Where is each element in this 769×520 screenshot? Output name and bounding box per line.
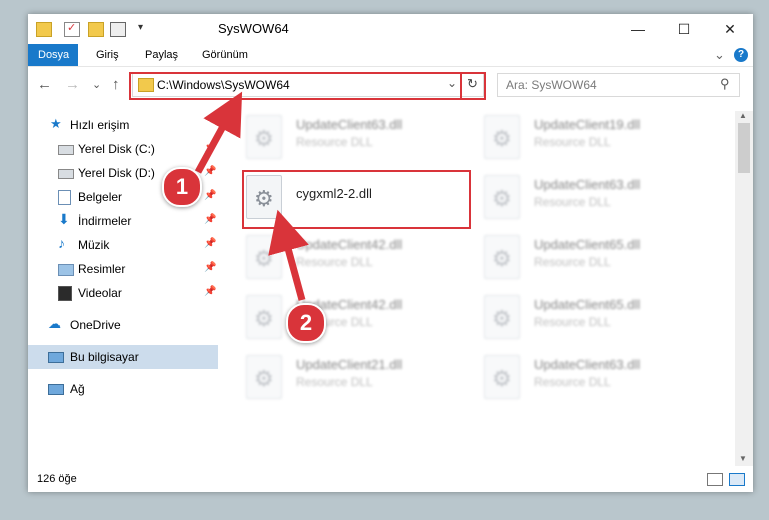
callout-1: 1 bbox=[162, 167, 202, 207]
arrow-two bbox=[268, 209, 309, 301]
callout-2: 2 bbox=[286, 303, 326, 343]
arrow-one bbox=[194, 91, 243, 174]
annotation-arrows bbox=[194, 91, 309, 301]
